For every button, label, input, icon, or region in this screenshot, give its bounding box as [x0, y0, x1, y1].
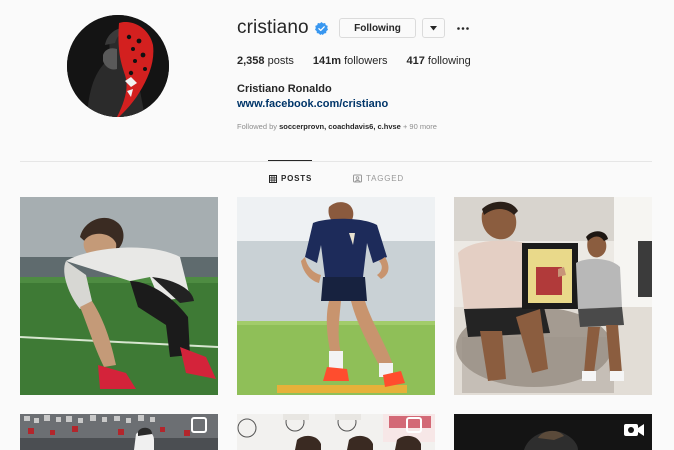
post-thumbnail-1[interactable] [20, 197, 218, 395]
followed-by-suffix: + 90 more [402, 122, 437, 131]
followers-stat[interactable]: 141m followers [313, 55, 388, 67]
followed-by[interactable]: Followed by soccerprovn, coachdavis6, c.… [237, 122, 437, 131]
grid-icon [269, 174, 277, 183]
more-options-button[interactable] [454, 18, 472, 38]
username: cristiano [237, 17, 309, 38]
full-name: Cristiano Ronaldo [237, 83, 332, 95]
post-thumbnail-5[interactable] [237, 414, 435, 450]
post-thumbnail-3[interactable] [454, 197, 652, 395]
profile-stats: 2,358 posts 141m followers 417 following [237, 55, 490, 67]
tagged-icon [353, 174, 362, 183]
following-label: following [427, 55, 471, 67]
tab-tagged-label: TAGGED [366, 174, 404, 183]
following-count: 417 [406, 55, 425, 67]
following-stat[interactable]: 417 following [407, 55, 471, 67]
caret-down-icon [430, 25, 437, 30]
posts-label: posts [267, 55, 294, 67]
followers-count: 141m [312, 55, 342, 67]
verified-badge-icon [314, 21, 328, 35]
post-thumbnail-6[interactable] [454, 414, 652, 450]
tabs-divider [20, 161, 652, 162]
following-button[interactable]: Following [339, 18, 416, 38]
post-thumbnail-4[interactable] [20, 414, 218, 450]
followed-by-prefix: Followed by [237, 122, 278, 131]
username-row: cristiano [237, 16, 328, 40]
suggestions-dropdown-button[interactable] [422, 18, 445, 38]
posts-stat: 2,358 posts [237, 55, 294, 67]
tab-posts-label: POSTS [281, 174, 313, 183]
profile-link[interactable]: www.facebook.com/cristiano [237, 98, 388, 110]
tab-posts[interactable]: POSTS [269, 174, 312, 183]
post-thumbnail-2[interactable] [237, 197, 435, 395]
followers-label: followers [344, 55, 388, 67]
followed-by-names: soccerprovn, coachdavis6, c.hvse [279, 122, 401, 131]
ellipsis-icon [457, 26, 469, 30]
tab-tagged[interactable]: TAGGED [353, 174, 404, 183]
active-tab-indicator [268, 160, 312, 161]
profile-avatar[interactable] [67, 15, 169, 117]
posts-count: 2,358 [237, 55, 265, 67]
